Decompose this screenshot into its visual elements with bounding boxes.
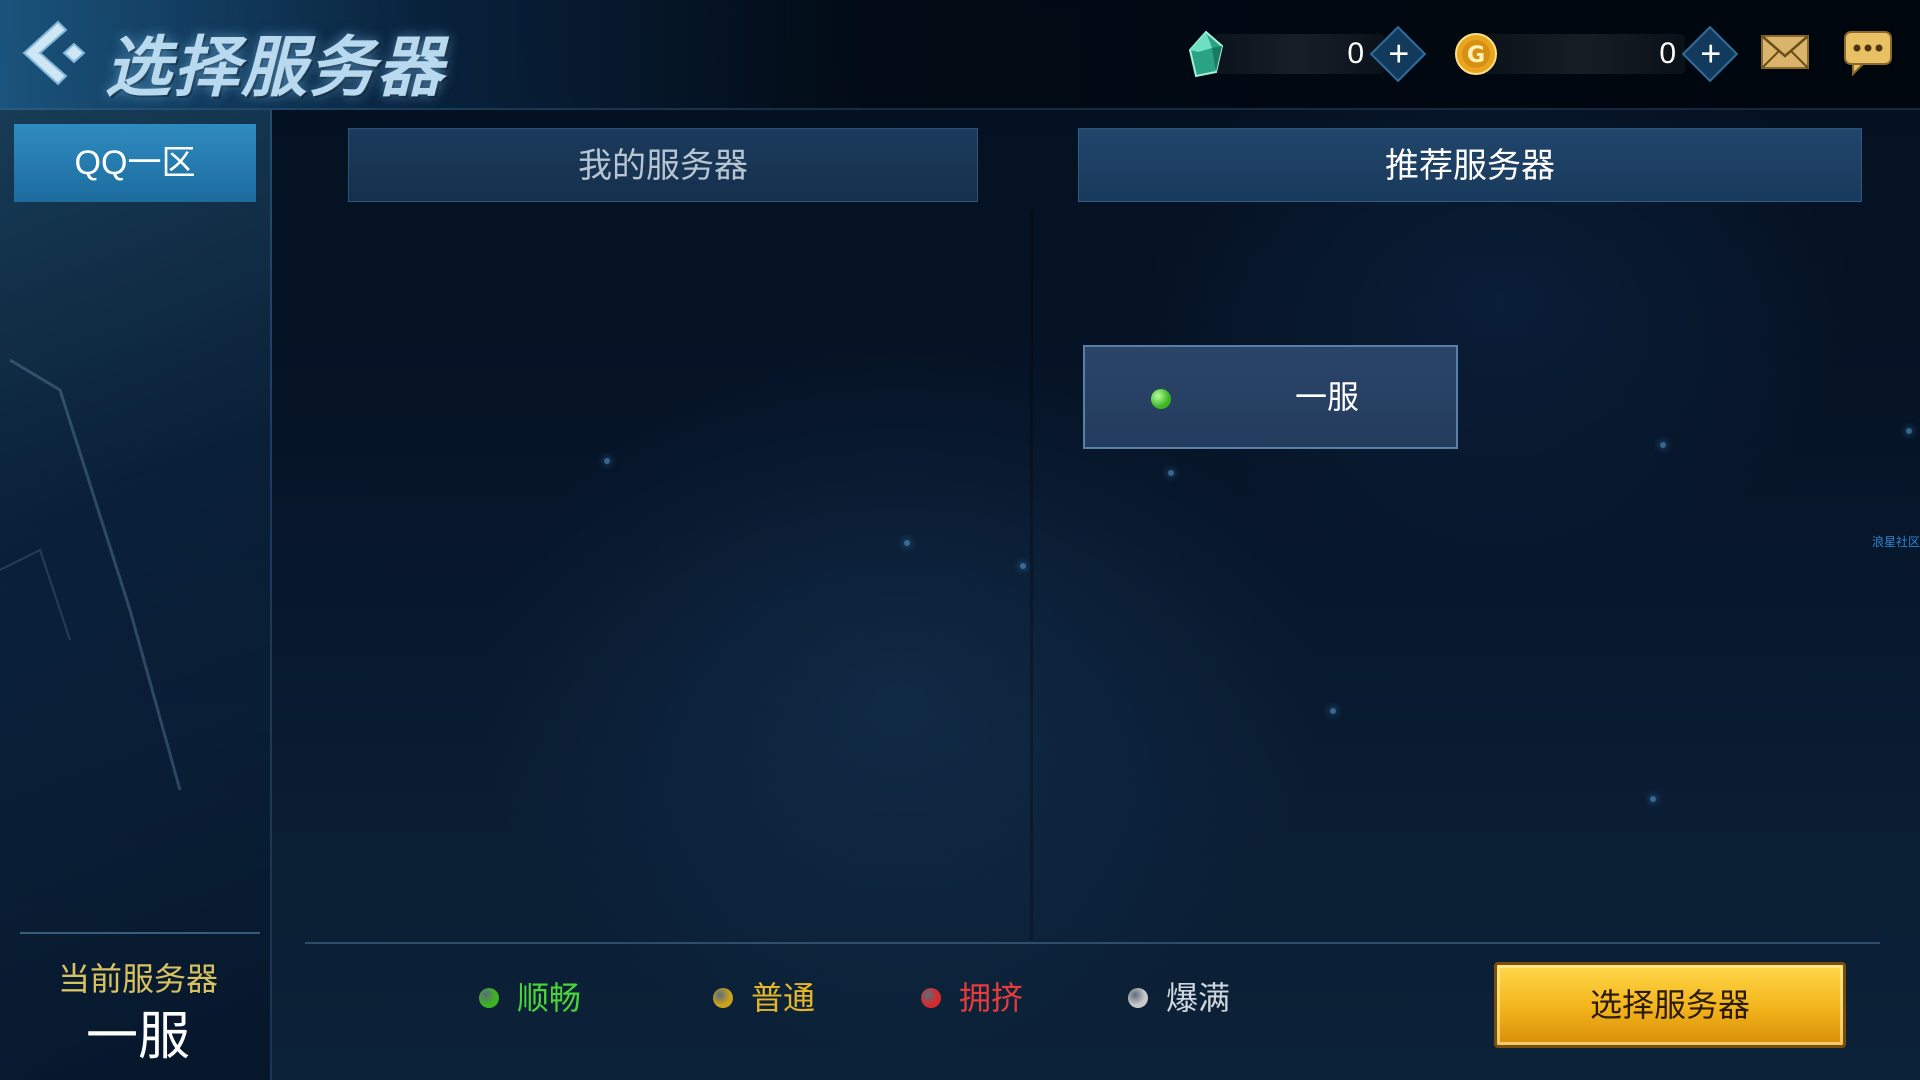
background-sparkle	[604, 458, 610, 464]
legend-label: 爆满	[1166, 980, 1231, 1016]
legend-label: 拥挤	[959, 980, 1024, 1016]
legend-dot	[713, 988, 733, 1008]
legend-dot	[1128, 988, 1148, 1008]
background-sparkle	[1650, 796, 1656, 802]
gold-counter: G 0 +	[1452, 25, 1739, 83]
gem-icon	[1188, 30, 1224, 78]
side-watermark: 浪星社区	[1871, 535, 1920, 549]
current-server-value: 一服	[85, 1008, 190, 1066]
top-bar: 选择服务器 0 + G 0 +	[0, 0, 1920, 110]
tab-my-servers[interactable]: 我的服务器	[348, 128, 978, 202]
server-name: 一服	[1295, 379, 1360, 415]
page-title: 选择服务器	[105, 30, 445, 104]
tab-recommended-servers[interactable]: 推荐服务器	[1078, 128, 1862, 202]
chat-icon	[1844, 31, 1892, 77]
legend-label: 普通	[751, 980, 816, 1016]
legend-dot	[479, 988, 499, 1008]
background-sparkle	[1660, 442, 1666, 448]
gem-value: 0	[1347, 37, 1364, 70]
server-select-screen: 选择服务器 0 + G 0 + QQ一区 当前服务器 一服 我的服务器 推荐服务…	[0, 0, 1920, 1080]
server-status-dot	[1151, 389, 1171, 409]
column-divider	[1030, 210, 1033, 940]
chat-button[interactable]	[1843, 30, 1893, 77]
gold-value: 0	[1659, 37, 1676, 70]
plus-icon: +	[1700, 32, 1722, 74]
legend-label: 顺畅	[517, 980, 582, 1016]
add-gold-button[interactable]: +	[1681, 25, 1739, 83]
background-sparkle	[1906, 428, 1912, 434]
mail-button[interactable]	[1760, 32, 1810, 72]
back-arrow-icon	[22, 20, 86, 86]
sidebar-decoration	[0, 358, 182, 791]
gold-coin-icon: G	[1455, 33, 1497, 75]
bottom-divider	[305, 942, 1880, 944]
gem-counter: 0 +	[1186, 25, 1428, 83]
sidebar-divider	[20, 932, 260, 934]
plus-icon: +	[1388, 32, 1410, 74]
legend-dot	[921, 988, 941, 1008]
background-sparkle	[1168, 470, 1174, 476]
svg-text:G: G	[1467, 43, 1485, 68]
select-server-button[interactable]: 选择服务器	[1494, 962, 1846, 1048]
server-tile[interactable]: 一服	[1083, 345, 1458, 449]
back-button[interactable]	[18, 18, 88, 88]
zone-sidebar: QQ一区 当前服务器 一服	[0, 110, 272, 1080]
background-sparkle	[1020, 563, 1026, 569]
zone-tab-qq1[interactable]: QQ一区	[14, 124, 256, 202]
background-sparkle	[1330, 708, 1336, 714]
mail-icon	[1761, 35, 1809, 69]
background-sparkle	[904, 540, 910, 546]
